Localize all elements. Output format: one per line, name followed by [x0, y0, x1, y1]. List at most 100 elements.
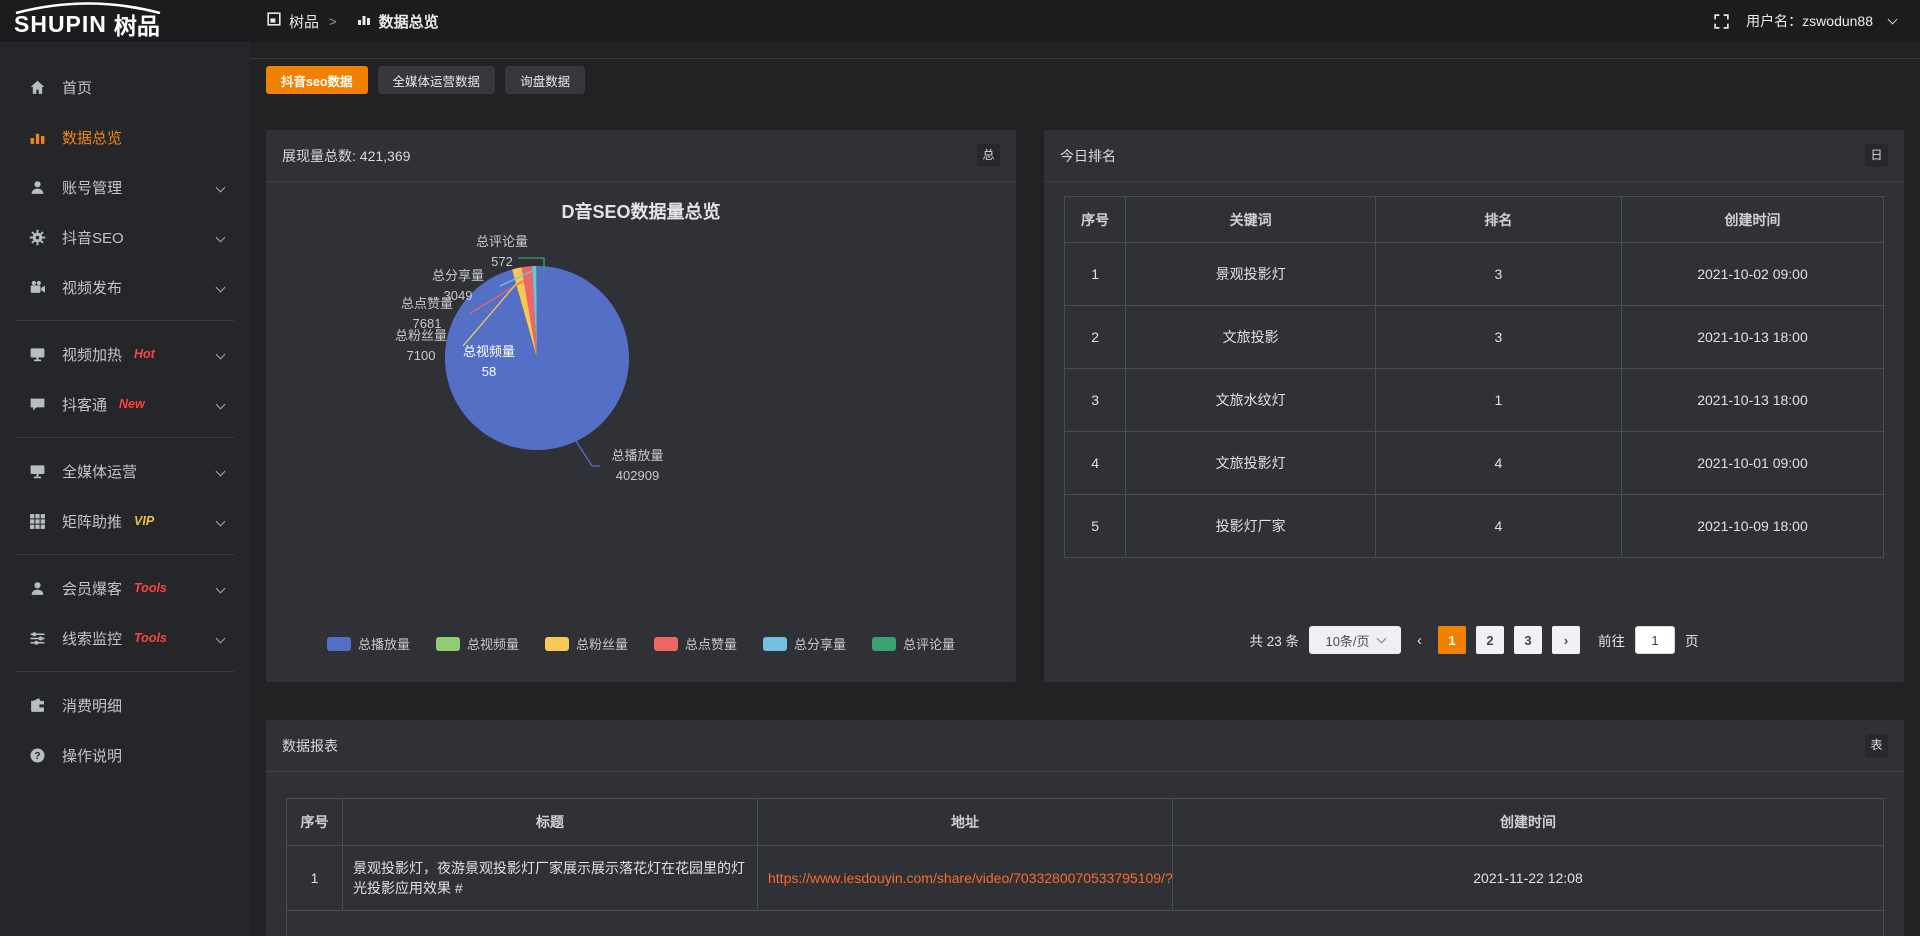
- next-page-button[interactable]: ›: [1552, 626, 1580, 654]
- user-icon: [28, 579, 46, 597]
- legend-item-fans[interactable]: 总粉丝量: [545, 634, 628, 653]
- legend-item-plays[interactable]: 总播放量: [327, 634, 410, 653]
- sidebar-item-matrix-boost[interactable]: 矩阵助推 VIP: [0, 496, 250, 546]
- pagination-total: 共 23 条: [1249, 630, 1299, 650]
- tab-douyin-seo-data[interactable]: 抖音seo数据: [266, 66, 368, 94]
- sidebar-divider: [16, 320, 234, 321]
- sidebar-item-doukertong[interactable]: 抖客通 New: [0, 379, 250, 429]
- report-table: 序号 标题 地址 创建时间 1 景观投影灯，夜游景观投影灯厂家展示展示落花灯在花…: [286, 798, 1884, 936]
- table-row: [287, 911, 1883, 936]
- monitor-icon: [28, 462, 46, 480]
- goto-label: 前往: [1598, 630, 1625, 650]
- breadcrumb-current: 数据总览: [379, 11, 439, 32]
- bar-chart-icon: [28, 128, 46, 146]
- chevron-down-icon: [216, 349, 226, 359]
- table-row: 5 投影灯厂家 4 2021-10-09 18:00: [1065, 495, 1883, 558]
- sidebar-item-label: 矩阵助推: [62, 511, 122, 532]
- sidebar-item-label: 抖客通: [62, 394, 107, 415]
- chart-legend: 总播放量 总视频量 总粉丝量 总点赞量 总分享量 总评论量: [266, 634, 1016, 653]
- today-rank-panel: 今日排名 日 序号 关键词 排名 创建时间 1 景观投影灯 3 2021-10-…: [1044, 130, 1904, 682]
- pie-label-videos: 总视频量58: [449, 342, 529, 381]
- top-bar: SHUPIN 树品 树品 > 数据总览 用户名：zswodun88: [0, 0, 1920, 42]
- chevron-down-icon: [216, 182, 226, 192]
- vip-badge: VIP: [134, 514, 154, 528]
- sidebar-item-label: 线索监控: [62, 628, 122, 649]
- sidebar-item-consume-detail[interactable]: 消费明细: [0, 680, 250, 730]
- page-button-3[interactable]: 3: [1514, 626, 1542, 654]
- chevron-down-icon[interactable]: [1888, 15, 1898, 25]
- logo-arc: [12, 2, 164, 14]
- question-circle-icon: ?: [28, 746, 46, 764]
- sidebar-item-clue-monitor[interactable]: 线索监控 Tools: [0, 613, 250, 663]
- new-badge: New: [119, 397, 145, 411]
- sidebar-item-media-ops[interactable]: 全媒体运营: [0, 446, 250, 496]
- pie-chart-svg: [266, 182, 1016, 681]
- pie-label-plays: 总播放量402909: [590, 446, 685, 485]
- legend-item-shares[interactable]: 总分享量: [763, 634, 846, 653]
- sidebar-item-account[interactable]: 账号管理: [0, 162, 250, 212]
- page-button-2[interactable]: 2: [1476, 626, 1504, 654]
- sidebar-item-label: 抖音SEO: [62, 227, 124, 248]
- legend-swatch: [654, 637, 678, 651]
- tab-media-ops-data[interactable]: 全媒体运营数据: [378, 66, 496, 94]
- user-icon: [28, 178, 46, 196]
- svg-text:?: ?: [34, 750, 40, 761]
- video-link[interactable]: https://www.iesdouyin.com/share/video/70…: [758, 846, 1173, 910]
- chevron-down-icon: [216, 399, 226, 409]
- shupin-icon: [267, 12, 281, 30]
- table-header-row: 序号 标题 地址 创建时间: [287, 799, 1883, 846]
- sidebar-item-data-overview[interactable]: 数据总览: [0, 112, 250, 162]
- day-toggle-button[interactable]: 日: [1865, 144, 1888, 167]
- hot-badge: Hot: [134, 347, 155, 361]
- report-panel-title: 数据报表: [282, 736, 338, 756]
- breadcrumb-separator: >: [329, 14, 337, 29]
- sidebar-item-video-publish[interactable]: 视频发布: [0, 262, 250, 312]
- legend-item-videos[interactable]: 总视频量: [436, 634, 519, 653]
- sidebar-item-label: 数据总览: [62, 127, 122, 148]
- chevron-down-icon: [216, 583, 226, 593]
- table-row: 1 景观投影灯，夜游景观投影灯厂家展示展示落花灯在花园里的灯光投影应用效果 # …: [287, 846, 1883, 911]
- total-toggle-button[interactable]: 总: [977, 144, 1000, 167]
- grid-icon: [28, 512, 46, 530]
- table-header-row: 序号 关键词 排名 创建时间: [1065, 197, 1883, 243]
- fullscreen-icon[interactable]: [1713, 13, 1730, 30]
- table-row: 1 景观投影灯 3 2021-10-02 09:00: [1065, 243, 1883, 306]
- prev-page-button[interactable]: ‹: [1411, 632, 1428, 649]
- sidebar-item-video-heat[interactable]: 视频加热 Hot: [0, 329, 250, 379]
- sidebar-item-label: 视频发布: [62, 277, 122, 298]
- sidebar-item-label: 消费明细: [62, 695, 122, 716]
- sidebar-item-operation-guide[interactable]: ? 操作说明: [0, 730, 250, 780]
- page-button-1[interactable]: 1: [1438, 626, 1466, 654]
- page-size-select[interactable]: 10条/页: [1309, 626, 1401, 654]
- table-row: 2 文旅投影 3 2021-10-13 18:00: [1065, 306, 1883, 369]
- video-camera-icon: [28, 278, 46, 296]
- goto-suffix: 页: [1685, 630, 1699, 650]
- legend-item-likes[interactable]: 总点赞量: [654, 634, 737, 653]
- main-content: 抖音seo数据 全媒体运营数据 询盘数据 展现量总数: 421,369 总 D音…: [250, 42, 1920, 936]
- gear-icon: [28, 228, 46, 246]
- sidebar-item-label: 会员爆客: [62, 578, 122, 599]
- chevron-down-icon: [216, 633, 226, 643]
- table-row: 4 文旅投影灯 4 2021-10-01 09:00: [1065, 432, 1883, 495]
- goto-page-input[interactable]: [1635, 626, 1675, 654]
- data-report-panel: 数据报表 表 序号 标题 地址 创建时间 1 景观投影灯，夜游景观投影灯厂家展示…: [266, 720, 1904, 936]
- table-toggle-button[interactable]: 表: [1865, 734, 1888, 757]
- app-logo[interactable]: SHUPIN 树品: [0, 1, 250, 41]
- sidebar-item-label: 视频加热: [62, 344, 122, 365]
- legend-item-comments[interactable]: 总评论量: [872, 634, 955, 653]
- sidebar-item-member[interactable]: 会员爆客 Tools: [0, 563, 250, 613]
- legend-swatch: [872, 637, 896, 651]
- breadcrumb-root[interactable]: 树品: [289, 11, 319, 32]
- tab-inquiry-data[interactable]: 询盘数据: [505, 66, 585, 94]
- chevron-down-icon: [216, 232, 226, 242]
- sidebar-item-label: 全媒体运营: [62, 461, 137, 482]
- sidebar-item-douyin-seo[interactable]: 抖音SEO: [0, 212, 250, 262]
- sidebar-item-home[interactable]: 首页: [0, 62, 250, 112]
- chevron-down-icon: [216, 282, 226, 292]
- sidebar-divider: [16, 554, 234, 555]
- home-icon: [28, 78, 46, 96]
- username[interactable]: 用户名：zswodun88: [1746, 11, 1873, 31]
- legend-swatch: [545, 637, 569, 651]
- sidebar-item-label: 首页: [62, 77, 92, 98]
- sidebar-divider: [16, 671, 234, 672]
